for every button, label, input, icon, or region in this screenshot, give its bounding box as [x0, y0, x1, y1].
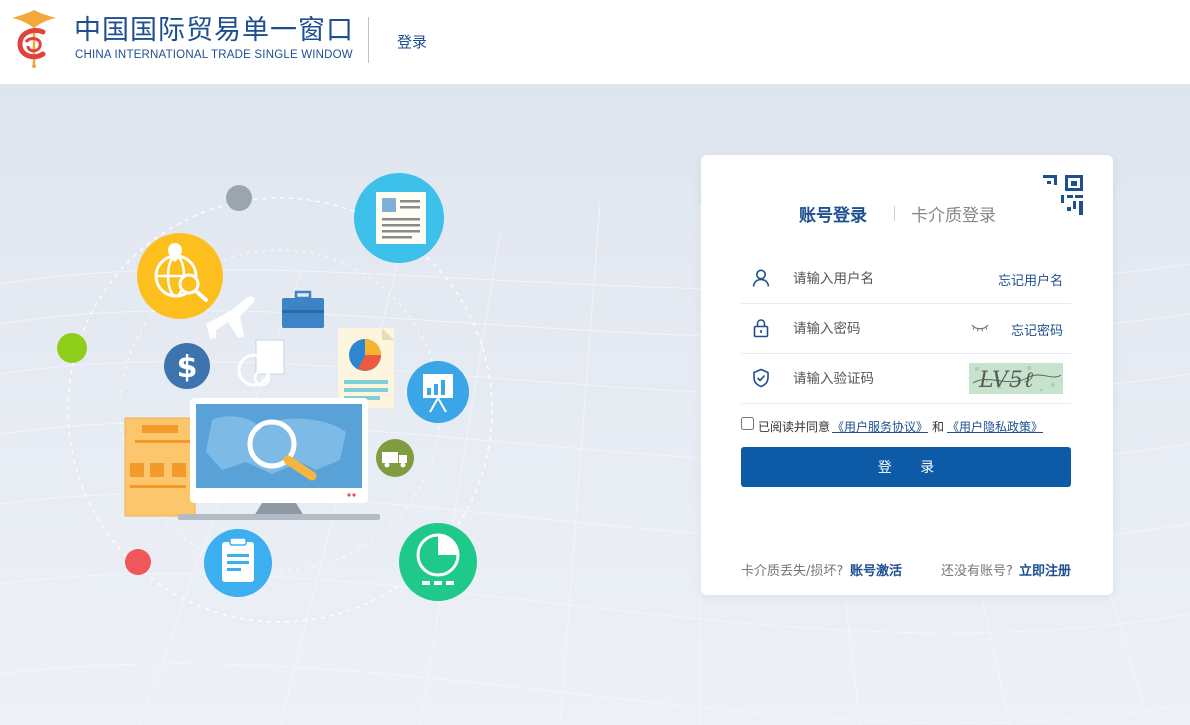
- lost-card-text: 卡介质丢失/损坏?: [741, 564, 844, 579]
- captcha-image[interactable]: LV5ℓ: [969, 363, 1063, 394]
- trade-illustration: $: [57, 173, 493, 623]
- agreement-and: 和: [932, 420, 945, 434]
- username-input[interactable]: [793, 269, 963, 289]
- green-dot: [57, 333, 87, 363]
- truck-icon: [376, 439, 414, 477]
- agreement-prefix: 已阅读并同意: [758, 420, 831, 434]
- invoice-document-icon: [124, 417, 196, 517]
- login-card: 账号登录 卡介质登录 忘记用户名 忘记密码: [701, 155, 1113, 595]
- globe-search-icon: [137, 233, 223, 319]
- report-pie-icon: [338, 328, 394, 408]
- user-icon: [752, 269, 770, 287]
- header-login-link[interactable]: 登录: [397, 31, 427, 52]
- clipboard-icon: [204, 529, 272, 597]
- password-field-row: 忘记密码: [741, 304, 1071, 354]
- account-activate-link[interactable]: 账号激活: [850, 560, 902, 579]
- top-header: 中国国际贸易单一窗口 CHINA INTERNATIONAL TRADE SIN…: [0, 0, 1190, 84]
- single-window-logo-icon: [12, 10, 56, 68]
- logo-title-en: CHINA INTERNATIONAL TRADE SINGLE WINDOW: [75, 49, 353, 61]
- tab-separator: [894, 206, 895, 221]
- forgot-password-link[interactable]: 忘记密码: [1011, 320, 1063, 339]
- login-button[interactable]: 登 录: [741, 447, 1071, 487]
- document-icon: [354, 173, 444, 263]
- eye-closed-icon[interactable]: [971, 322, 989, 334]
- briefcase-icon: [282, 290, 324, 328]
- forgot-username-link[interactable]: 忘记用户名: [998, 270, 1063, 289]
- agreement-checkbox[interactable]: [741, 417, 754, 430]
- header-divider: [368, 17, 369, 63]
- password-input[interactable]: [793, 319, 963, 339]
- dollar-icon: $: [164, 343, 210, 389]
- privacy-policy-link[interactable]: 《用户隐私政策》: [947, 418, 1043, 435]
- lock-icon: [753, 319, 769, 338]
- captcha-input[interactable]: [793, 369, 963, 389]
- tab-card-login[interactable]: 卡介质登录: [911, 201, 996, 226]
- document-globe-icon: [237, 339, 285, 387]
- tab-account-login[interactable]: 账号登录: [799, 201, 867, 226]
- red-dot: [125, 549, 151, 575]
- username-field-row: 忘记用户名: [741, 254, 1071, 304]
- gray-dot: [226, 185, 252, 211]
- presentation-chart-icon: [407, 361, 469, 423]
- login-tabs: 账号登录 卡介质登录: [701, 201, 1113, 227]
- computer-monitor-icon: [178, 398, 380, 520]
- logo-title-cn: 中国国际贸易单一窗口: [74, 15, 354, 46]
- svg-text:$: $: [177, 350, 198, 385]
- service-agreement-link[interactable]: 《用户服务协议》: [832, 418, 928, 435]
- shield-check-icon: [753, 368, 769, 388]
- card-footer-links: 卡介质丢失/损坏? 账号激活 还没有账号? 立即注册: [741, 560, 1071, 579]
- captcha-text: LV5ℓ: [978, 368, 1034, 393]
- no-account-text: 还没有账号?: [941, 564, 1013, 579]
- captcha-field-row: LV5ℓ: [741, 354, 1071, 404]
- register-link[interactable]: 立即注册: [1019, 560, 1071, 579]
- pie-chart-icon: [399, 523, 477, 601]
